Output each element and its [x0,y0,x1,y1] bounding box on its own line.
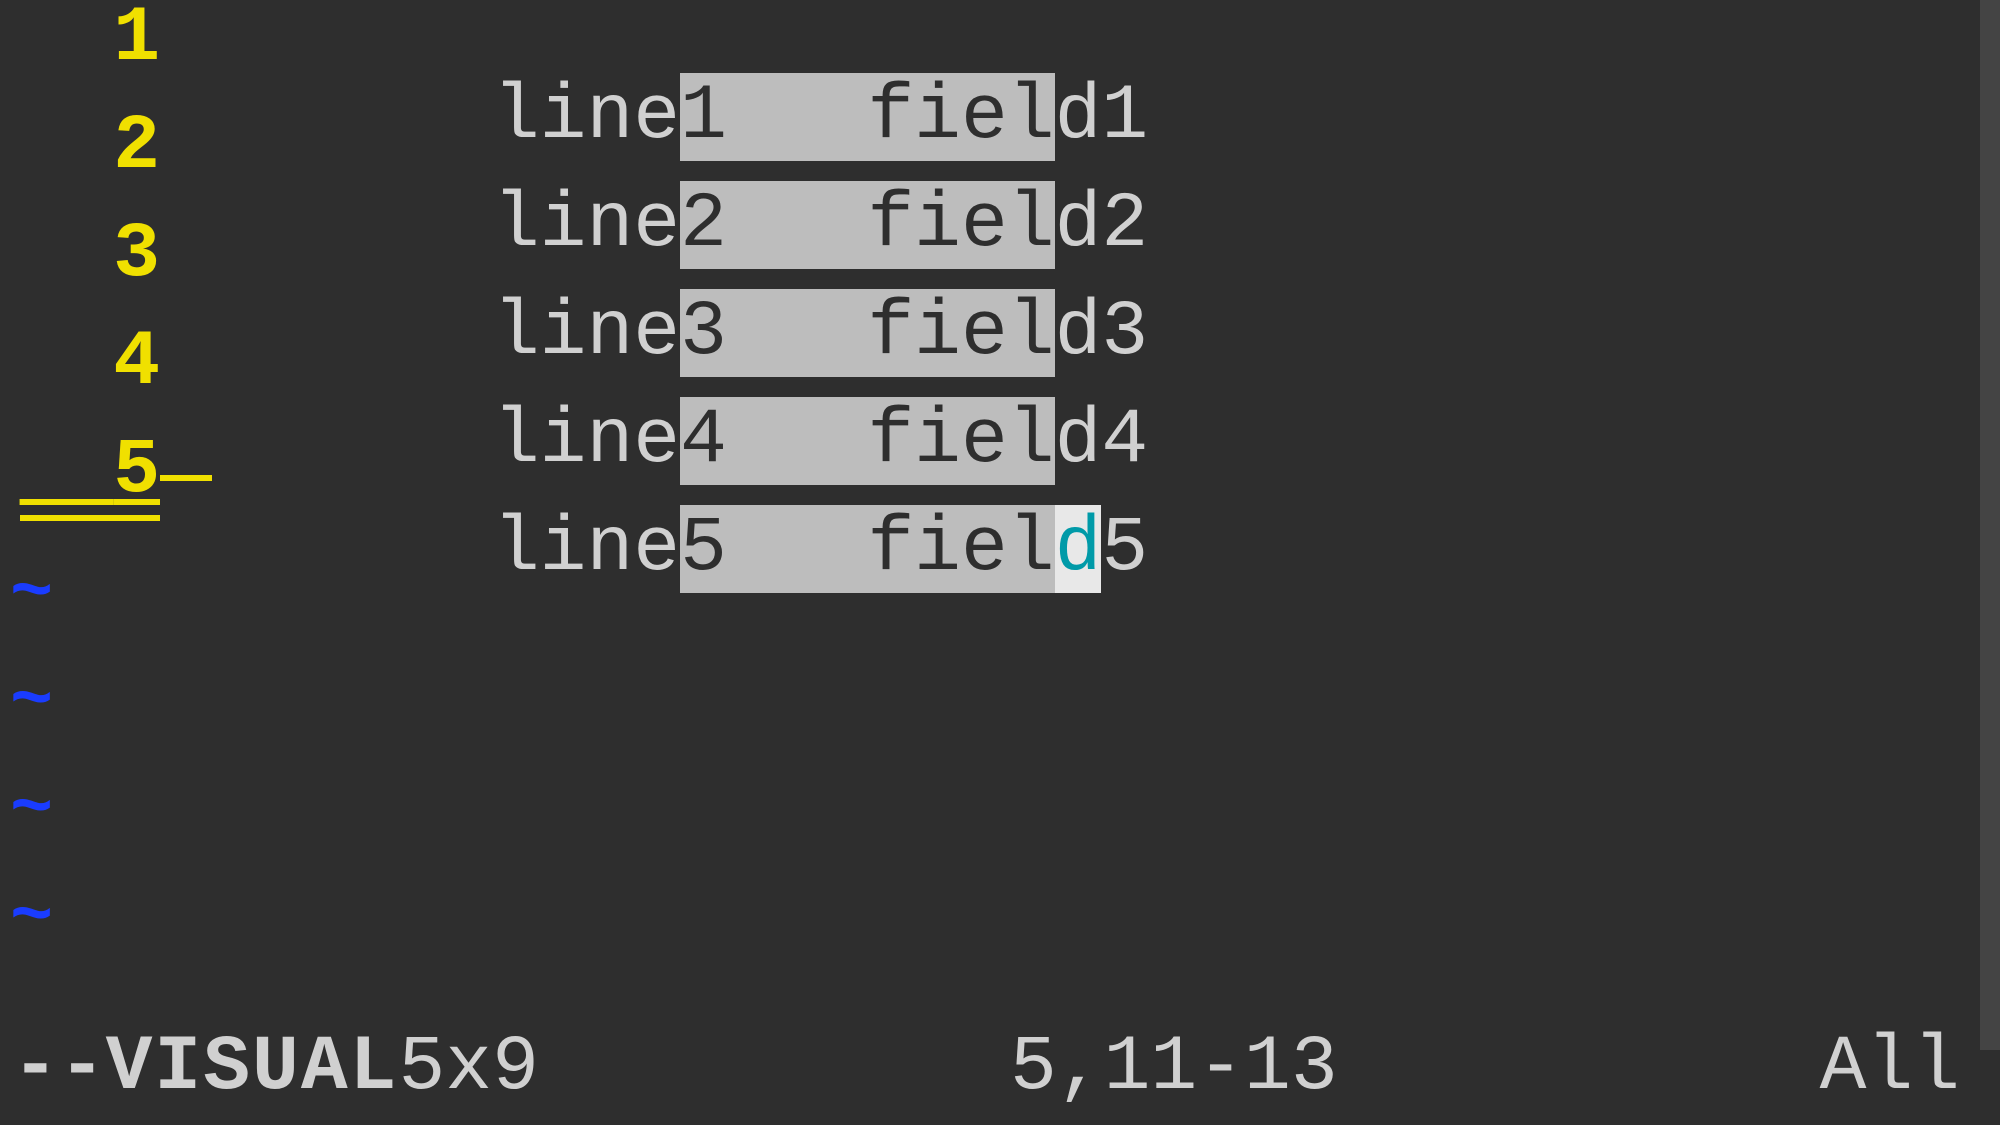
empty-line: ~ [0,756,2000,864]
vim-editor[interactable]: 1 line1 field1 2 line2 field2 3 line3 fi… [0,0,2000,1125]
cursor-position: 5,11-13 [1010,1029,1338,1107]
gutter-underline [160,475,212,481]
line-number: 4 [0,324,160,402]
text-line[interactable]: 2 line2 field2 [0,108,2000,216]
tilde-icon: ~ [0,882,53,954]
line-text[interactable]: line5 field5 [212,432,1148,666]
scrollbar[interactable] [1980,0,2000,1050]
text-line-current[interactable]: 5 line5 field5 [0,432,2000,540]
visual-block-dimensions: 5x9 [398,1029,538,1107]
empty-line: ~ [0,864,2000,972]
line-number: 3 [0,216,160,294]
scroll-indicator: All [1820,1029,1960,1107]
text-plain: line [493,505,680,593]
tilde-icon: ~ [0,558,53,630]
mode-prefix: -- [12,1029,106,1107]
line-number: 2 [0,108,160,186]
text-line[interactable]: 3 line3 field3 [0,216,2000,324]
line-number: 1 [0,0,160,78]
line-number-current: 5 [0,432,160,510]
mode-name: VISUAL [106,1029,399,1107]
visual-block-selection: 5 fiel [680,505,1054,593]
cursor: d [1055,505,1102,593]
text-line[interactable]: 4 line4 field4 [0,324,2000,432]
status-line: -- VISUAL 5x9 5,11-13 All [0,1029,2000,1107]
tilde-icon: ~ [0,774,53,846]
text-line[interactable]: 1 line1 field1 [0,0,2000,108]
tilde-icon: ~ [0,666,53,738]
text-plain: 5 [1101,505,1148,593]
